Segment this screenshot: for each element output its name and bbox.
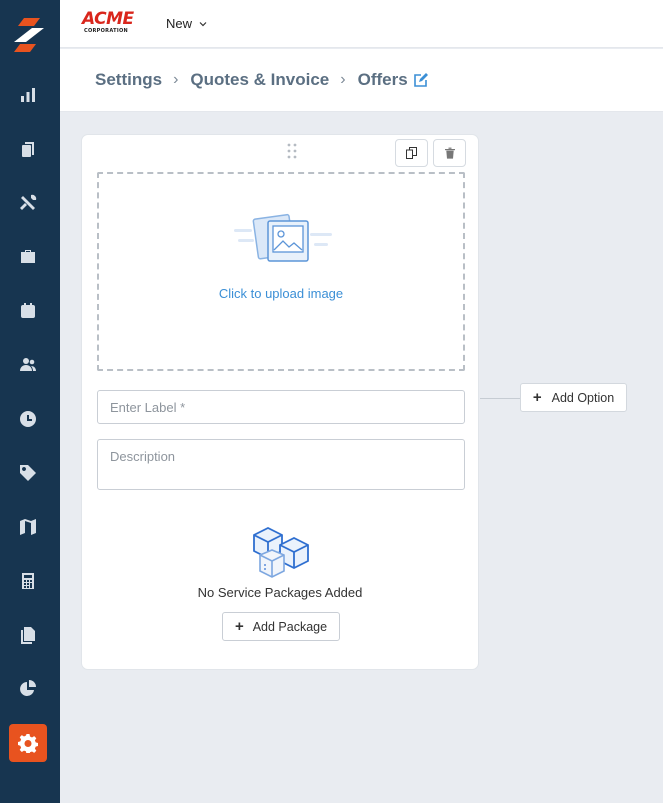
nav-pricing[interactable] — [9, 454, 47, 492]
nav-reports[interactable] — [9, 76, 47, 114]
pie-chart-icon — [20, 680, 36, 696]
nav-jobs[interactable] — [9, 238, 47, 276]
clipboard-icon — [22, 142, 34, 157]
nav-customers[interactable] — [9, 346, 47, 384]
nav-analytics[interactable] — [9, 670, 47, 708]
description-field[interactable] — [97, 439, 465, 490]
add-package-button[interactable]: + Add Package — [222, 612, 340, 641]
sidebar — [0, 0, 60, 803]
trash-icon — [444, 147, 455, 159]
nav-documents[interactable] — [9, 616, 47, 654]
delete-button[interactable] — [433, 139, 466, 167]
clock-icon — [20, 411, 36, 427]
users-icon — [20, 358, 36, 371]
tag-icon — [20, 465, 36, 481]
label-field[interactable] — [97, 390, 465, 424]
drag-handle-icon[interactable] — [287, 143, 297, 159]
add-option-button[interactable]: + Add Option — [520, 383, 627, 412]
brand-logo[interactable]: ACME CORPORATION — [82, 9, 144, 37]
upload-text[interactable]: Click to upload image — [99, 286, 463, 301]
nav-quotes[interactable] — [9, 130, 47, 168]
breadcrumb-offers: Offers — [357, 70, 408, 89]
plus-icon: + — [234, 618, 244, 635]
service-packages-icon — [253, 526, 309, 578]
breadcrumb-bar: Settings › Quotes & Invoice › Offers — [60, 49, 663, 112]
documents-icon — [21, 627, 35, 644]
tools-icon — [20, 194, 37, 210]
image-upload-area[interactable]: Click to upload image — [97, 172, 465, 371]
label-input[interactable] — [98, 391, 464, 423]
nav-calendar[interactable] — [9, 292, 47, 330]
add-package-label: Add Package — [252, 619, 328, 634]
chevron-down-icon — [199, 21, 207, 26]
app-logo-icon[interactable] — [10, 16, 48, 54]
brand-name: ACME — [82, 9, 134, 29]
bar-chart-icon — [21, 88, 35, 102]
breadcrumb-separator: › — [340, 71, 346, 88]
breadcrumb-separator: › — [173, 71, 179, 88]
brand-subtitle: CORPORATION — [84, 28, 129, 34]
breadcrumb-settings[interactable]: Settings — [95, 70, 162, 90]
copy-icon — [405, 147, 417, 159]
empty-packages-text: No Service Packages Added — [197, 585, 363, 600]
add-option-label: Add Option — [551, 390, 615, 405]
offer-card: Click to upload image No Service Package… — [81, 134, 479, 670]
plus-icon: + — [532, 389, 542, 406]
new-label: New — [166, 16, 193, 31]
map-icon — [20, 519, 36, 535]
calculator-icon — [22, 573, 34, 589]
calendar-icon — [21, 303, 35, 318]
breadcrumb: Settings › Quotes & Invoice › Offers — [95, 70, 429, 90]
new-dropdown[interactable]: New — [166, 16, 207, 31]
nav-tools[interactable] — [9, 184, 47, 222]
nav-map[interactable] — [9, 508, 47, 546]
top-bar: ACME CORPORATION New — [60, 0, 663, 48]
option-connector-line — [480, 398, 520, 399]
nav-timesheets[interactable] — [9, 400, 47, 438]
description-input[interactable] — [98, 440, 464, 489]
edit-icon[interactable] — [412, 72, 429, 89]
gear-icon — [18, 734, 38, 753]
nav-calculator[interactable] — [9, 562, 47, 600]
duplicate-button[interactable] — [395, 139, 428, 167]
image-placeholder-icon — [234, 213, 332, 262]
nav-settings[interactable] — [9, 724, 47, 762]
briefcase-icon — [21, 250, 35, 263]
breadcrumb-quotes-invoice[interactable]: Quotes & Invoice — [190, 70, 329, 90]
